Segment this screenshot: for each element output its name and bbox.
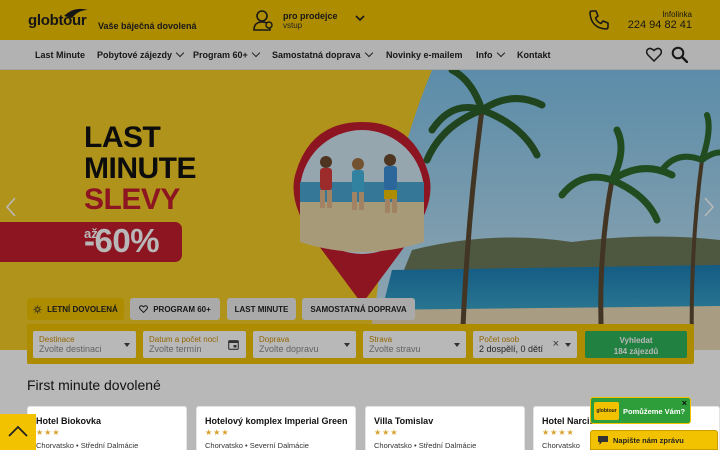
search-button-count: 184 zájezdů (613, 347, 659, 356)
hotel-name: Hotelový komplex Imperial Green (205, 416, 348, 426)
clear-icon[interactable]: × (553, 339, 559, 350)
hotel-stars: ★★★★ (542, 428, 575, 437)
chevron-down-icon (251, 48, 261, 58)
chat-greeting-text: Pomůžeme Vám? (623, 407, 686, 416)
chat-bar-label: Napište nám zprávu (613, 436, 684, 445)
tab-samostatna-doprava[interactable]: SAMOSTATNÁ DOPRAVA (302, 298, 415, 320)
nav-kontakt[interactable]: Kontakt (517, 50, 551, 60)
carousel-next-icon[interactable] (702, 196, 716, 218)
nav-novinky-emailem[interactable]: Novinky e-mailem (386, 50, 463, 60)
hotel-name: Hotel Biokovka (36, 416, 102, 426)
field-value: 2 dospělí, 0 dětí (479, 344, 544, 354)
nav-label: Pobytové zájezdy (97, 50, 173, 60)
nav-label: Novinky e-mailem (386, 50, 463, 60)
caret-down-icon (124, 343, 130, 347)
tab-last-minute[interactable]: LAST MINUTE (227, 298, 296, 320)
hero-headline: LAST MINUTE SLEVY (84, 121, 197, 216)
caret-down-icon (344, 343, 350, 347)
chevron-down-icon (364, 48, 373, 58)
nav-label: Program 60+ (193, 50, 248, 60)
chevron-up-icon (8, 425, 28, 437)
nav-label: Info (476, 50, 493, 60)
phone-icon (589, 10, 609, 30)
seller-login-sub: vstup (283, 21, 303, 30)
hotel-card[interactable]: Hotel Biokovka ★★★ Chorvatsko • Střední … (27, 406, 187, 450)
nav-samostatna-doprava[interactable]: Samostatná doprava (272, 48, 373, 60)
nav-last-minute[interactable]: Last Minute (35, 50, 85, 60)
sun-icon (33, 304, 42, 314)
hotel-card[interactable]: Villa Tomislav ★★★ Chorvatsko • Střední … (365, 406, 525, 450)
headline-line-2: MINUTE (84, 152, 197, 185)
nav-label: Last Minute (35, 50, 86, 60)
nav-label: Kontakt (517, 50, 551, 60)
hotel-stars: ★★★ (36, 428, 61, 437)
chat-open-bar[interactable]: Napište nám zprávu (590, 430, 718, 450)
infoline-phone[interactable]: 224 94 82 41 (628, 19, 692, 31)
tab-program-60[interactable]: PROGRAM 60+ (130, 298, 220, 320)
nav-program-60[interactable]: Program 60+ (193, 48, 261, 60)
discount-value: -60% (84, 222, 160, 259)
scroll-to-top-button[interactable] (0, 414, 36, 450)
chat-logo: globtour (594, 402, 619, 420)
date-nights-select[interactable]: Datum a počet nocí Zvolte termín (143, 331, 246, 358)
headline-line-1: LAST (84, 121, 161, 154)
chevron-down-icon (175, 48, 185, 58)
field-label: Doprava (259, 335, 290, 344)
heart-icon (139, 305, 149, 313)
hotel-stars: ★★★ (205, 428, 230, 437)
search-button[interactable]: Vyhledat 184 zájezdů (585, 331, 687, 358)
hotel-name: Hotel Narcis (542, 416, 595, 426)
chat-greeting-bubble[interactable]: globtour Pomůžeme Vám? × (590, 397, 691, 424)
nav-info[interactable]: Info (476, 48, 505, 60)
hotel-name: Villa Tomislav (374, 416, 434, 426)
field-label: Počet osob (479, 335, 520, 344)
field-value: Zvolte termín (149, 344, 202, 354)
field-label: Strava (369, 335, 393, 344)
section-title: First minute dovolené (27, 377, 161, 393)
destination-select[interactable]: Destinace Zvolte destinaci (33, 331, 136, 358)
chevron-down-icon[interactable] (355, 14, 365, 22)
field-value: Zvolte dopravu (259, 344, 319, 354)
top-bar: globtour Vaše báječná dovolená pro prode… (0, 0, 720, 40)
search-button-label: Vyhledat (619, 336, 653, 345)
tab-label: LETNÍ DOVOLENÁ (47, 304, 118, 314)
tab-label: PROGRAM 60+ (153, 304, 211, 314)
infoline-label: Infolinka (662, 10, 692, 19)
tab-label: LAST MINUTE (234, 304, 289, 314)
field-value: Zvolte destinaci (39, 344, 102, 354)
calendar-icon (228, 340, 239, 350)
hotel-card[interactable]: Hotelový komplex Imperial Green ★★★ Chor… (196, 406, 356, 450)
nav-label: Samostatná doprava (272, 50, 361, 60)
hotel-location: Chorvatsko • Střední Dalmácie (36, 441, 139, 450)
search-icon[interactable] (671, 46, 688, 63)
tab-label: SAMOSTATNÁ DOPRAVA (310, 304, 407, 314)
logo-swoosh-icon (64, 8, 88, 18)
hotel-location: Chorvatsko • Severní Dalmácie (205, 441, 309, 450)
chevron-down-icon (496, 48, 505, 58)
hotel-location: Chorvatsko (542, 441, 580, 450)
hotel-location: Chorvatsko • Střední Dalmácie (374, 441, 477, 450)
tagline: Vaše báječná dovolená (98, 21, 197, 31)
chat-icon (598, 436, 608, 445)
hotel-stars: ★★★ (374, 428, 399, 437)
caret-down-icon (454, 343, 460, 347)
seller-login-link[interactable]: pro prodejce (283, 11, 338, 21)
close-icon[interactable]: × (682, 399, 687, 408)
carousel-prev-icon[interactable] (4, 196, 18, 218)
favorites-heart-icon[interactable] (646, 47, 662, 62)
field-value: Zvolte stravu (369, 344, 421, 354)
tab-letni-dovolena[interactable]: LETNÍ DOVOLENÁ (27, 298, 124, 320)
nav-pobytove-zajezdy[interactable]: Pobytové zájezdy (97, 48, 185, 60)
headline-line-3: SLEVY (84, 183, 180, 216)
main-nav: Last Minute Pobytové zájezdy Program 60+… (0, 40, 720, 70)
board-select[interactable]: Strava Zvolte stravu (363, 331, 466, 358)
persons-select[interactable]: Počet osob 2 dospělí, 0 dětí × (473, 331, 577, 358)
field-label: Destinace (39, 335, 75, 344)
map-pin-photo (293, 122, 431, 304)
seller-account-icon[interactable] (252, 9, 274, 31)
caret-down-icon (565, 343, 571, 347)
field-label: Datum a počet nocí (149, 335, 219, 344)
transport-select[interactable]: Doprava Zvolte dopravu (253, 331, 356, 358)
